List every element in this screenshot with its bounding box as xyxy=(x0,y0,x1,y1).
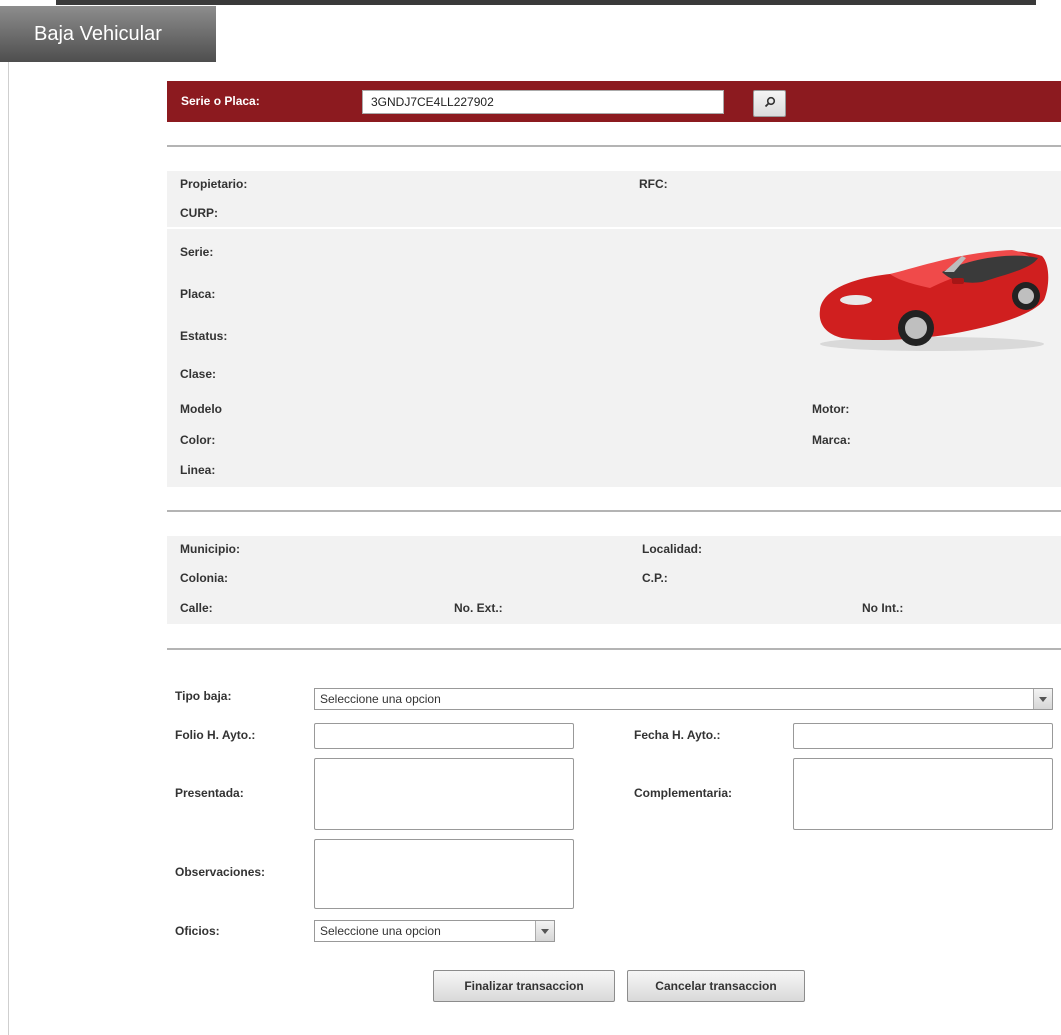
top-border xyxy=(56,0,1036,5)
serie-label: Serie: xyxy=(180,245,214,259)
marca-label: Marca: xyxy=(812,433,851,447)
page-title: Baja Vehicular xyxy=(0,6,216,62)
tipo-baja-select[interactable]: Seleccione una opcion xyxy=(314,688,1053,710)
panel-separator xyxy=(167,227,1061,229)
fecha-label: Fecha H. Ayto.: xyxy=(634,728,721,742)
chevron-down-icon xyxy=(535,921,554,941)
motor-label: Motor: xyxy=(812,402,850,416)
complementaria-label: Complementaria: xyxy=(634,786,733,800)
rfc-label: RFC: xyxy=(639,177,668,191)
owner-label: Propietario: xyxy=(180,177,248,191)
presentada-textarea[interactable] xyxy=(314,758,574,830)
placa-label: Placa: xyxy=(180,287,216,301)
divider xyxy=(167,145,1061,147)
car-image xyxy=(812,238,1052,354)
no-int-label: No Int.: xyxy=(862,601,904,615)
search-label: Serie o Placa: xyxy=(181,94,260,108)
search-input[interactable]: 3GNDJ7CE4LL227902 xyxy=(362,90,724,114)
oficios-value: Seleccione una opcion xyxy=(320,924,441,938)
municipio-label: Municipio: xyxy=(180,542,240,556)
tipo-baja-value: Seleccione una opcion xyxy=(320,692,441,706)
complementaria-textarea[interactable] xyxy=(793,758,1053,830)
colonia-label: Colonia: xyxy=(180,571,228,585)
fecha-input[interactable] xyxy=(793,723,1053,749)
finalizar-button[interactable]: Finalizar transaccion xyxy=(433,970,615,1002)
folio-label: Folio H. Ayto.: xyxy=(175,728,256,742)
observaciones-label: Observaciones: xyxy=(175,865,266,879)
modelo-label: Modelo xyxy=(180,402,222,416)
cp-label: C.P.: xyxy=(642,571,668,585)
curp-label: CURP: xyxy=(180,206,218,220)
folio-input[interactable] xyxy=(314,723,574,749)
localidad-label: Localidad: xyxy=(642,542,703,556)
observaciones-textarea[interactable] xyxy=(314,839,574,909)
divider xyxy=(167,510,1061,512)
search-bar: Serie o Placa: 3GNDJ7CE4LL227902 xyxy=(167,81,1061,122)
tipo-baja-label: Tipo baja: xyxy=(175,689,232,703)
calle-label: Calle: xyxy=(180,601,213,615)
linea-label: Linea: xyxy=(180,463,216,477)
presentada-label: Presentada: xyxy=(175,786,244,800)
divider xyxy=(167,648,1061,650)
left-border xyxy=(8,62,9,1035)
oficios-select[interactable]: Seleccione una opcion xyxy=(314,920,555,942)
chevron-down-icon xyxy=(1033,689,1052,709)
color-label: Color: xyxy=(180,433,216,447)
no-ext-label: No. Ext.: xyxy=(454,601,503,615)
search-button[interactable] xyxy=(753,90,786,117)
address-panel xyxy=(167,536,1061,624)
oficios-label: Oficios: xyxy=(175,924,220,938)
clase-label: Clase: xyxy=(180,367,217,381)
cancelar-button[interactable]: Cancelar transaccion xyxy=(627,970,805,1002)
search-icon xyxy=(764,96,776,111)
estatus-label: Estatus: xyxy=(180,329,228,343)
